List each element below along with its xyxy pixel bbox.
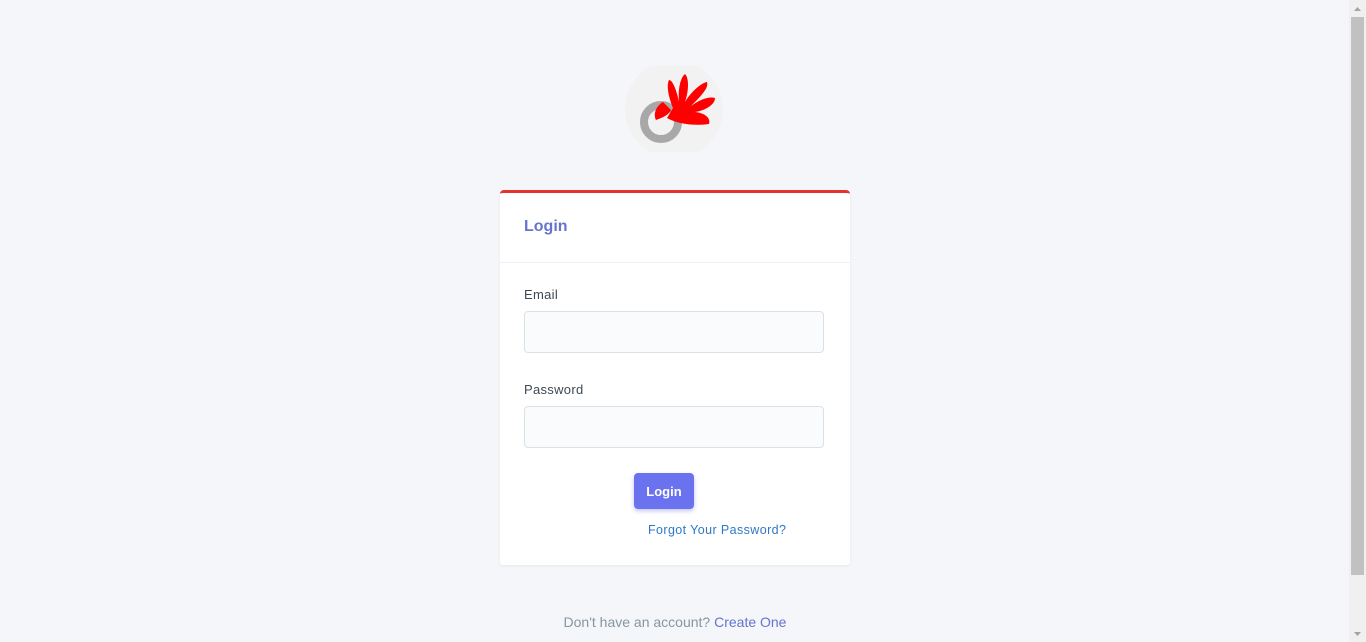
hand-ring-logo-icon	[625, 66, 723, 152]
create-account-link[interactable]: Create One	[714, 614, 786, 630]
login-page: Login Email Password Login Forgot Your P…	[0, 0, 1366, 642]
email-field[interactable]	[524, 311, 824, 353]
login-card: Login Email Password Login Forgot Your P…	[500, 190, 850, 565]
signup-prompt: Don't have an account?	[563, 614, 711, 630]
login-button[interactable]: Login	[634, 473, 694, 509]
card-header: Login	[500, 193, 850, 263]
brand-logo	[623, 66, 725, 152]
password-field[interactable]	[524, 406, 824, 448]
forgot-password-link[interactable]: Forgot Your Password?	[648, 523, 786, 537]
scroll-down-icon[interactable]	[1349, 625, 1366, 642]
vertical-scrollbar[interactable]	[1349, 0, 1366, 642]
signup-footer: Don't have an account? Create One	[0, 614, 1350, 630]
scroll-up-icon[interactable]	[1349, 0, 1366, 17]
email-label: Email	[524, 287, 559, 302]
card-title: Login	[524, 218, 568, 235]
password-label: Password	[524, 382, 584, 397]
scroll-thumb[interactable]	[1351, 17, 1364, 575]
login-form: Email Password Login Forgot Your Passwor…	[500, 263, 850, 539]
